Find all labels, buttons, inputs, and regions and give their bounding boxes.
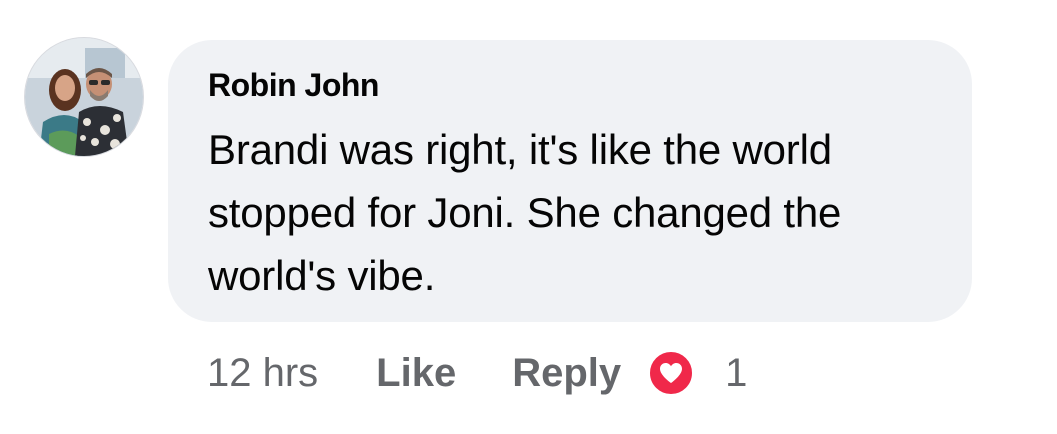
reaction-summary[interactable]: 1	[647, 349, 747, 397]
comment-bubble: Robin John Brandi was right, it's like t…	[168, 40, 972, 322]
avatar-photo	[25, 38, 143, 156]
comment-actions: 12 hrs Like Reply 1	[207, 346, 747, 400]
reaction-count: 1	[725, 350, 748, 395]
comment-text: Brandi was right, it's like the world st…	[208, 126, 842, 299]
comment: Robin John Brandi was right, it's like t…	[0, 0, 1057, 434]
avatar[interactable]	[25, 38, 143, 156]
reply-button[interactable]: Reply	[512, 351, 621, 396]
heart-icon	[647, 349, 696, 397]
comment-timestamp[interactable]: 12 hrs	[207, 351, 318, 396]
like-button[interactable]: Like	[376, 351, 456, 396]
comment-author[interactable]: Robin John	[208, 67, 379, 104]
